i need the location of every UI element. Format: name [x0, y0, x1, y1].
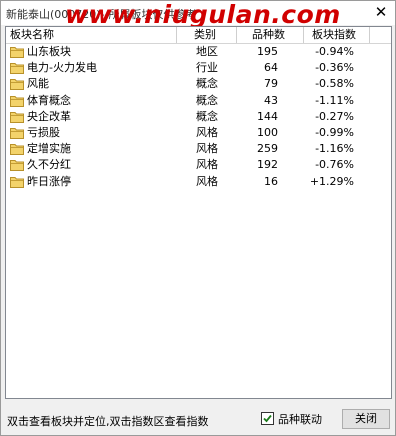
checkmark-icon — [263, 414, 272, 423]
checkbox-box[interactable] — [261, 412, 274, 425]
row-name: 定增实施 — [27, 142, 71, 156]
row-name: 久不分红 — [27, 158, 71, 172]
column-header-name[interactable]: 板块名称 — [6, 27, 177, 43]
folder-icon — [10, 47, 24, 58]
row-count: 192 — [257, 158, 278, 172]
row-count: 43 — [264, 93, 278, 107]
row-name: 电力-火力发电 — [27, 61, 97, 75]
row-index: -0.94% — [315, 45, 354, 58]
column-header-count[interactable]: 品种数 — [237, 27, 304, 43]
row-type: 行业 — [196, 61, 218, 75]
folder-icon — [10, 128, 24, 139]
row-index: -0.76% — [315, 158, 354, 172]
row-index: -0.99% — [315, 126, 354, 139]
row-type: 风格 — [196, 142, 218, 156]
folder-icon — [10, 79, 24, 91]
row-index: -1.11% — [315, 93, 354, 107]
row-count: 259 — [257, 142, 278, 156]
table-row[interactable]: 定增实施 风格 259 -1.16% — [6, 141, 391, 157]
row-name: 风能 — [27, 77, 49, 91]
folder-icon — [10, 176, 24, 188]
row-count: 100 — [257, 126, 278, 139]
row-count: 144 — [257, 109, 278, 123]
table-row[interactable]: 昨日涨停 风格 16 +1.29% — [6, 174, 391, 190]
folder-icon — [10, 111, 24, 123]
row-type: 概念 — [196, 93, 218, 107]
row-index: -0.58% — [315, 77, 354, 91]
status-hint: 双击查看板块并定位,双击指数区查看指数 — [7, 415, 209, 428]
table-row[interactable]: 山东板块 地区 195 -0.94% — [6, 44, 391, 60]
row-count: 79 — [264, 77, 278, 91]
row-type: 风格 — [196, 158, 218, 172]
row-index: -1.16% — [315, 142, 354, 156]
column-header-type[interactable]: 类别 — [177, 27, 237, 43]
row-index: -0.27% — [315, 109, 354, 123]
folder-icon — [10, 95, 24, 107]
table-row[interactable]: 央企改革 概念 144 -0.27% — [6, 109, 391, 125]
sector-list[interactable]: 板块名称 类别 品种数 板块指数 山东板块 地区 195 -0.94% 电力-火力发电 行… — [5, 26, 392, 399]
close-button[interactable]: 关闭 — [342, 409, 390, 429]
column-header-index[interactable]: 板块指数 — [304, 27, 370, 43]
table-row[interactable]: 久不分红 风格 192 -0.76% — [6, 157, 391, 173]
row-type: 风格 — [196, 174, 218, 188]
table-row[interactable]: 电力-火力发电 行业 64 -0.36% — [6, 60, 391, 76]
watermark: www.niugulan.com — [65, 0, 341, 29]
table-row[interactable]: 风能 概念 79 -0.58% — [6, 76, 391, 92]
folder-icon — [10, 144, 24, 156]
row-name: 央企改革 — [27, 109, 71, 123]
row-name: 山东板块 — [27, 45, 71, 58]
close-icon[interactable]: ✕ — [373, 4, 389, 20]
row-type: 概念 — [196, 77, 218, 91]
row-type: 风格 — [196, 126, 218, 139]
folder-icon — [10, 160, 24, 172]
checkbox-label: 品种联动 — [278, 413, 322, 426]
row-index: -0.36% — [315, 61, 354, 75]
row-count: 64 — [264, 61, 278, 75]
table-row[interactable]: 亏损股 风格 100 -0.99% — [6, 125, 391, 141]
list-header: 板块名称 类别 品种数 板块指数 — [6, 27, 391, 44]
row-name: 亏损股 — [27, 126, 60, 139]
row-type: 地区 — [196, 45, 218, 58]
folder-icon — [10, 63, 24, 75]
table-row[interactable]: 体育概念 概念 43 -1.11% — [6, 93, 391, 109]
title-bar[interactable]: 新能泰山(000720)--所属板块仅供参考 www.niugulan.com … — [1, 0, 395, 29]
row-name: 体育概念 — [27, 93, 71, 107]
row-type: 概念 — [196, 109, 218, 123]
row-count: 195 — [257, 45, 278, 58]
dialog-window: 新能泰山(000720)--所属板块仅供参考 www.niugulan.com … — [0, 0, 396, 436]
row-name: 昨日涨停 — [27, 174, 71, 188]
row-count: 16 — [264, 174, 278, 188]
row-index: +1.29% — [309, 174, 354, 188]
